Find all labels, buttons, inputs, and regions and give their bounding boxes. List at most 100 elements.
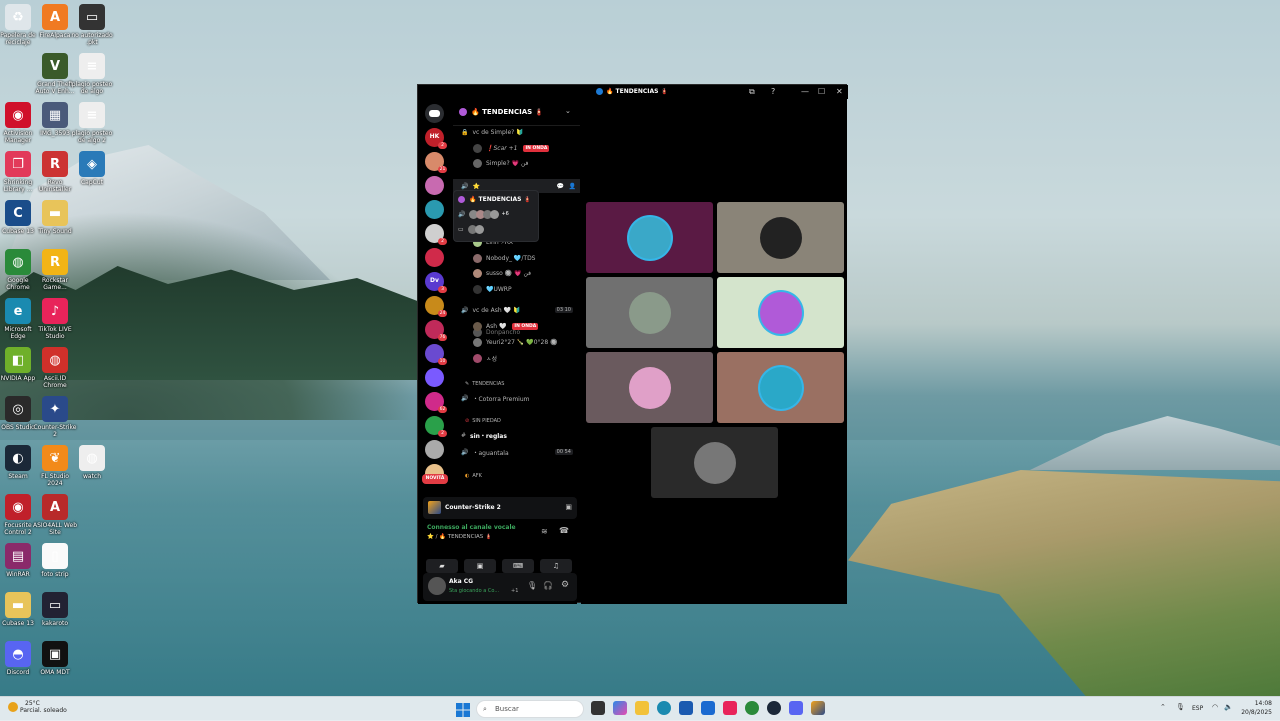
desktop-icon[interactable]: ♪ TikTok LIVE Studio bbox=[33, 298, 77, 340]
desktop-icon[interactable]: ▯ foto strip bbox=[33, 543, 77, 578]
clock[interactable]: 14:08 20/8/2025 bbox=[1241, 699, 1272, 717]
voice-user-uwrp[interactable]: 🩵UWRP bbox=[473, 283, 512, 295]
speaker-icon: 🔊 bbox=[461, 182, 469, 190]
participant-tile[interactable] bbox=[717, 352, 844, 423]
help-icon[interactable]: ? bbox=[771, 87, 775, 96]
tiktok-live-icon[interactable] bbox=[723, 701, 737, 715]
server-icon[interactable]: 21 bbox=[425, 152, 447, 173]
mention-badge: 21 bbox=[438, 166, 447, 173]
category-afk[interactable]: ◐ AFK bbox=[465, 470, 482, 482]
desktop-icon[interactable]: ▭ kakaroto bbox=[33, 592, 77, 627]
server-icon[interactable]: 76 bbox=[425, 320, 447, 341]
desktop-icon[interactable]: R Rockstar Game... bbox=[33, 249, 77, 291]
chevron-down-icon[interactable]: ⌄ bbox=[565, 107, 571, 115]
camera-button[interactable]: ▰ bbox=[426, 559, 458, 573]
close-button[interactable]: ✕ bbox=[836, 87, 843, 96]
noise-suppression-icon[interactable]: ≋ bbox=[541, 527, 548, 536]
server-icon[interactable] bbox=[425, 176, 444, 195]
server-icon[interactable]: 62 bbox=[425, 392, 447, 413]
server-header[interactable]: 🔥 TENDENCIAS 🧯 ⌄ bbox=[453, 99, 580, 126]
participant-tile[interactable] bbox=[586, 277, 713, 348]
copilot-icon[interactable] bbox=[613, 701, 627, 715]
desktop-icon[interactable]: ≡ plagio posteo de algo bbox=[70, 53, 114, 95]
desktop-icon-label: plagio posteo de algo 2 bbox=[71, 130, 113, 144]
server-icon[interactable] bbox=[425, 440, 444, 459]
language-indicator[interactable]: ESP bbox=[1192, 705, 1203, 712]
voice-channel-vc-ash[interactable]: 🔊 vc de Ash 🤍 🔰 03 10 bbox=[461, 304, 573, 316]
soundboard-button[interactable]: ♫ bbox=[540, 559, 572, 573]
desktop-icon[interactable]: ◈ CapCut bbox=[70, 151, 114, 186]
inbox-icon[interactable]: ⧉ bbox=[749, 87, 755, 97]
desktop-icon[interactable]: ≡ plagio posteo de algo 2 bbox=[70, 102, 114, 144]
camera-off-icon: ▰ bbox=[439, 562, 445, 570]
share-screen-button[interactable]: ▣ bbox=[464, 559, 496, 573]
desktop-icon[interactable]: ◍ Ascii.ID Chrome bbox=[33, 347, 77, 389]
voice-user-sdg[interactable]: ㅅ성 bbox=[473, 352, 497, 364]
voice-user-yeuri[interactable]: Yeuri2°27 🍾 💚0°28 🔘 bbox=[473, 336, 558, 348]
edge-icon[interactable] bbox=[657, 701, 671, 715]
voice-user-nobody[interactable]: Nobody_ 🩵/TDS bbox=[473, 252, 536, 264]
category-sin-piedad[interactable]: ⊘ SIN PIEDAD bbox=[465, 415, 501, 427]
outlook-icon[interactable] bbox=[701, 701, 715, 715]
server-icon[interactable]: Dv 3 bbox=[425, 272, 447, 293]
search-box[interactable]: ⌕ Buscar bbox=[476, 700, 584, 718]
start-button[interactable] bbox=[456, 702, 470, 717]
screen-share-icon[interactable]: ▣ bbox=[565, 503, 572, 511]
chat-icon[interactable]: 💬 bbox=[557, 183, 564, 190]
voice-user-ash[interactable]: Ash 🤍 IN ONDA bbox=[473, 320, 539, 332]
participant-tile[interactable] bbox=[717, 277, 844, 348]
server-icon[interactable]: 10 bbox=[425, 344, 447, 365]
discord-icon[interactable] bbox=[789, 701, 803, 715]
disconnect-icon[interactable]: ☎ bbox=[559, 526, 569, 535]
minimize-button[interactable]: — bbox=[801, 87, 809, 96]
server-icon[interactable]: 24 bbox=[425, 296, 447, 317]
chrome-icon[interactable] bbox=[745, 701, 759, 715]
voice-channel-name[interactable]: ⭐ / 🔥 TENDENCIAS 🧯 bbox=[427, 534, 492, 540]
wifi-icon[interactable]: ◠ bbox=[1212, 703, 1218, 711]
window-titlebar[interactable]: 🔥 TENDENCIAS 🧯 ⧉ ? — ☐ ✕ bbox=[418, 85, 848, 99]
server-icon[interactable]: HK 2 bbox=[425, 128, 447, 149]
file-explorer-icon[interactable] bbox=[635, 701, 649, 715]
voice-user-susso[interactable]: susso 🔘 💗 فن bbox=[473, 267, 531, 279]
voice-channel-aguantala[interactable]: 🔊 ・aguantala 00 54 bbox=[461, 446, 573, 458]
server-icon[interactable]: 2 bbox=[425, 224, 447, 245]
chevron-up-icon[interactable]: ⌃ bbox=[1160, 703, 1166, 711]
gear-icon[interactable]: ⚙ bbox=[561, 580, 569, 590]
participant-tile[interactable] bbox=[651, 427, 778, 498]
microphone-icon[interactable]: 🎙 bbox=[527, 581, 537, 590]
desktop-icon[interactable]: ▭ no autorizado .pkt bbox=[70, 4, 114, 46]
headphones-icon[interactable]: 🎧 bbox=[543, 581, 553, 590]
desktop-icon[interactable]: A ASIO4ALL Web Site bbox=[33, 494, 77, 536]
voice-channel-cotorra[interactable]: 🔊 ・Cotorra Premium bbox=[461, 392, 529, 404]
activities-button[interactable]: ⌨ bbox=[502, 559, 534, 573]
task-view-icon[interactable] bbox=[591, 701, 605, 715]
desktop-icon[interactable]: ◍ watch bbox=[70, 445, 114, 480]
server-icon[interactable]: 2 bbox=[425, 416, 447, 437]
text-channel-sin-reglas[interactable]: # sin・reglas bbox=[461, 429, 507, 441]
server-icon[interactable] bbox=[425, 200, 444, 219]
server-icon[interactable] bbox=[425, 368, 444, 387]
participant-tile[interactable] bbox=[586, 352, 713, 423]
new-badge[interactable]: NOVITÀ bbox=[422, 474, 448, 484]
voice-user-scar[interactable]: ❗Scar +1 IN ONDA bbox=[473, 142, 550, 154]
category-tendencias[interactable]: ✎ TENDENCIAS bbox=[465, 378, 504, 390]
desktop-icon[interactable]: ▣ OMA MDT bbox=[33, 641, 77, 676]
steam-icon[interactable] bbox=[767, 701, 781, 715]
avatar[interactable] bbox=[428, 577, 446, 595]
volume-icon[interactable]: 🔈 bbox=[1224, 703, 1233, 711]
server-icon[interactable] bbox=[425, 248, 444, 267]
direct-messages-button[interactable] bbox=[425, 104, 444, 123]
weather-widget[interactable]: 25°C Parcial. soleado bbox=[8, 700, 67, 714]
counter-strike-icon[interactable] bbox=[811, 701, 825, 715]
voice-user-simple[interactable]: Simple? 💗 فن bbox=[473, 157, 528, 169]
participant-tile[interactable] bbox=[586, 202, 713, 273]
participant-tile[interactable] bbox=[717, 202, 844, 273]
desktop-icon[interactable]: ✦ Counter-Strike 2 bbox=[33, 396, 77, 438]
activity-bar[interactable]: Counter-Strike 2 ▣ bbox=[423, 497, 577, 519]
voice-channel-vc-simple[interactable]: 🔒 vc de Simple? 🔰 bbox=[461, 126, 524, 138]
microphone-icon[interactable]: 🎙 bbox=[1176, 703, 1185, 711]
add-user-icon[interactable]: 👤 bbox=[569, 183, 576, 190]
desktop-icon[interactable]: ▬ Tiny Sound bbox=[33, 200, 77, 235]
store-icon[interactable] bbox=[679, 701, 693, 715]
maximize-button[interactable]: ☐ bbox=[818, 87, 825, 96]
